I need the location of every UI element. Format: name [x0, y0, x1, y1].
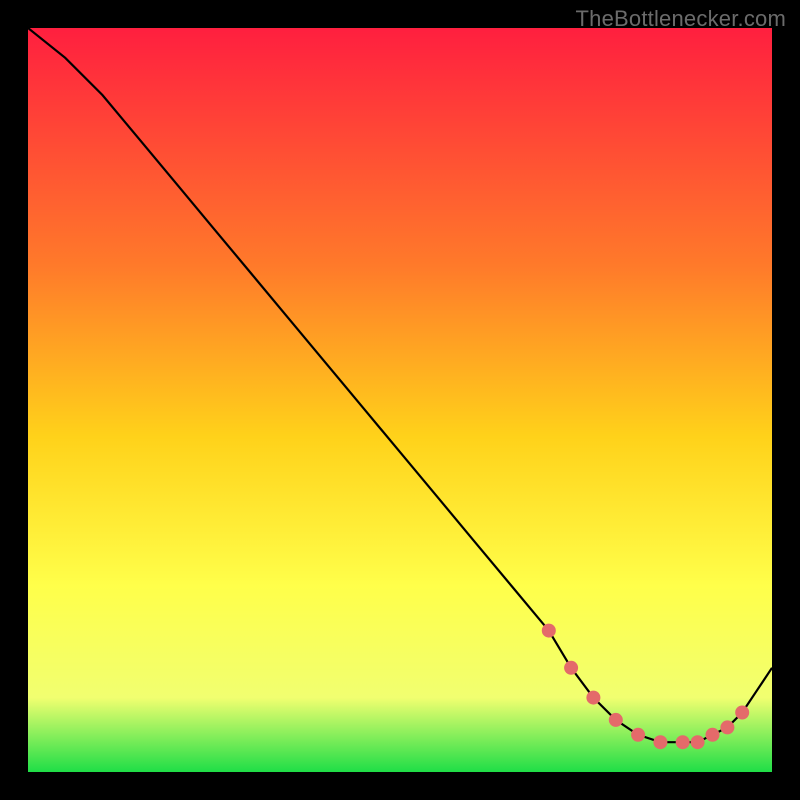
data-marker	[609, 713, 623, 727]
chart-frame: TheBottlenecker.com	[0, 0, 800, 800]
data-marker	[542, 624, 556, 638]
data-marker	[653, 735, 667, 749]
data-marker	[564, 661, 578, 675]
chart-svg	[28, 28, 772, 772]
data-marker	[706, 728, 720, 742]
data-marker	[720, 720, 734, 734]
data-marker	[586, 691, 600, 705]
plot-area	[28, 28, 772, 772]
data-marker	[631, 728, 645, 742]
data-marker	[691, 735, 705, 749]
data-marker	[676, 735, 690, 749]
data-marker	[735, 706, 749, 720]
